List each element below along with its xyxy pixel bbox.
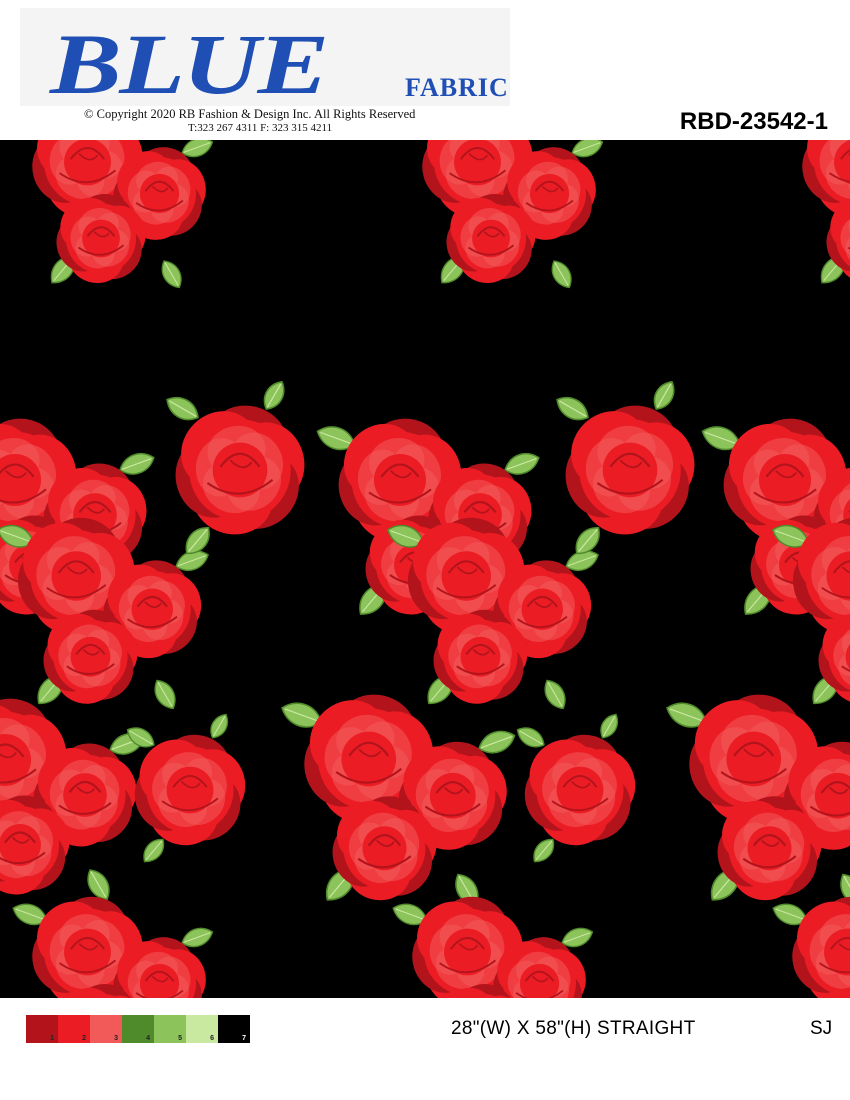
leaf-shape	[551, 260, 572, 289]
swatch-number: 4	[146, 1035, 150, 1042]
leaf-shape	[263, 380, 285, 410]
swatch-number: 2	[82, 1035, 86, 1042]
swatch-number: 6	[210, 1035, 214, 1042]
rose-bouquet	[422, 140, 604, 289]
copyright-text: © Copyright 2020 RB Fashion & Design Inc…	[84, 107, 416, 121]
logo-main-text: BLUE	[50, 16, 329, 112]
design-code: RBD-23542-1	[679, 108, 828, 135]
color-swatch-6: 6	[186, 1015, 218, 1043]
rose-bouquet	[392, 896, 594, 998]
color-swatch-3: 3	[90, 1015, 122, 1043]
rose-pattern-print	[0, 140, 850, 998]
color-swatch-1: 1	[26, 1015, 58, 1043]
leaf-shape	[210, 713, 229, 739]
rose-bouquet	[802, 140, 850, 284]
rose-bloom	[792, 896, 850, 998]
rose-bouquet	[0, 698, 145, 901]
color-swatch-2: 2	[58, 1015, 90, 1043]
leaf-shape	[154, 679, 176, 710]
fabric-tag: SJ	[810, 1018, 833, 1039]
leaf-shape	[166, 396, 199, 421]
logo-sub-text: FABRIC	[405, 73, 509, 102]
phone-fax-text: T:323 267 4311 F: 323 315 4211	[188, 122, 333, 134]
leaf-shape	[600, 713, 619, 739]
color-swatch-strip: 1 2 3 4 5 6 7	[26, 1015, 250, 1043]
swatch-number: 5	[178, 1035, 182, 1042]
rose-bouquet	[0, 517, 209, 710]
leaf-shape	[533, 838, 555, 863]
rose-bouquet	[32, 140, 214, 289]
leaf-shape	[516, 727, 545, 748]
single-rose	[516, 713, 636, 863]
swatch-number: 7	[242, 1035, 246, 1042]
leaf-shape	[653, 380, 675, 410]
leaf-shape	[556, 396, 589, 421]
color-swatch-4: 4	[122, 1015, 154, 1043]
single-rose	[166, 380, 305, 555]
rose-bouquet	[281, 694, 516, 907]
repeat-dimensions: 28"(W) X 58"(H) STRAIGHT	[451, 1018, 696, 1039]
brand-logo: BLUE FABRIC	[20, 8, 510, 112]
rose-bouquet	[772, 896, 850, 998]
footer: 1 2 3 4 5 6 7 28"(W) X 58"(H) STRAIGHT SJ	[0, 998, 850, 1100]
header: BLUE FABRIC © Copyright 2020 RB Fashion …	[0, 0, 850, 140]
swatch-number: 3	[114, 1035, 118, 1042]
swatch-number: 1	[50, 1035, 54, 1042]
single-rose	[126, 713, 246, 863]
rose-bouquet	[12, 896, 214, 998]
leaf-shape	[143, 838, 165, 863]
color-swatch-7: 7	[218, 1015, 250, 1043]
single-rose	[556, 380, 695, 555]
leaf-shape	[161, 260, 182, 289]
rose-pattern-svg	[0, 140, 850, 998]
color-swatch-5: 5	[154, 1015, 186, 1043]
leaf-shape	[544, 679, 566, 710]
rose-bouquet	[666, 694, 850, 907]
